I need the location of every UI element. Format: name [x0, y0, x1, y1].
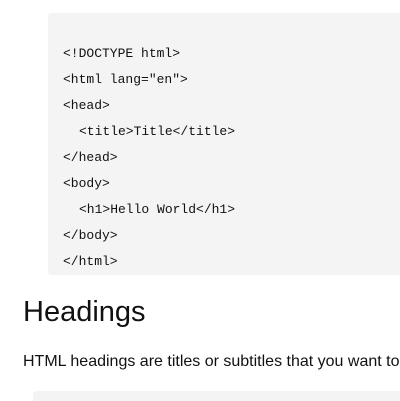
code-line-html-close: </html> [63, 254, 118, 269]
next-code-block [33, 391, 400, 401]
code-example-block: <!DOCTYPE html> <html lang="en"> <head> … [48, 13, 400, 275]
code-line-head-open: <head> [63, 98, 110, 113]
code-line-body-close: </body> [63, 228, 118, 243]
code-line-doctype: <!DOCTYPE html> [63, 46, 181, 61]
headings-section-paragraph: HTML headings are titles or subtitles th… [23, 353, 400, 370]
headings-section-title: Headings [23, 296, 146, 328]
code-line-title: <title>Title</title> [79, 124, 236, 139]
code-line-html-open: <html lang="en"> [63, 72, 188, 87]
code-line-h1: <h1>Hello World</h1> [79, 202, 236, 217]
code-line-body-open: <body> [63, 176, 110, 191]
code-line-head-close: </head> [63, 150, 118, 165]
